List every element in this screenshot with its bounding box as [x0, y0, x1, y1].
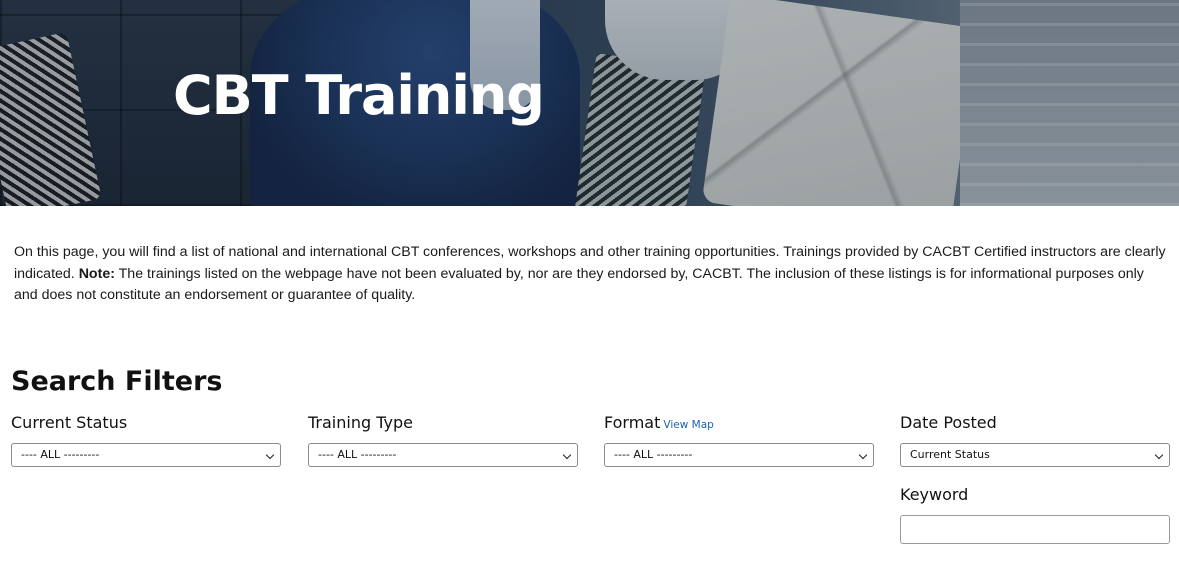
format-select[interactable]: ---- ALL ---------: [604, 443, 874, 467]
chevron-down-icon: [265, 450, 275, 460]
filter-current-status: Current Status ---- ALL ---------: [11, 413, 281, 467]
search-filters-heading: Search Filters: [11, 366, 223, 397]
chevron-down-icon: [562, 450, 572, 460]
chevron-down-icon: [1154, 450, 1164, 460]
date-posted-label: Date Posted: [900, 413, 997, 432]
filter-format: Format View Map ---- ALL ---------: [604, 413, 874, 467]
current-status-select[interactable]: ---- ALL ---------: [11, 443, 281, 467]
filter-training-type: Training Type ---- ALL ---------: [308, 413, 578, 467]
training-type-value: ---- ALL ---------: [318, 448, 397, 461]
intro-text-after: The trainings listed on the webpage have…: [14, 265, 1144, 304]
chevron-down-icon: [858, 450, 868, 460]
date-posted-select[interactable]: Current Status: [900, 443, 1170, 467]
format-value: ---- ALL ---------: [614, 448, 693, 461]
filter-keyword: Keyword: [900, 485, 1170, 544]
format-label: Format: [604, 413, 661, 432]
format-label-row: Format View Map: [604, 413, 874, 435]
date-posted-value: Current Status: [910, 448, 990, 461]
hero-banner: CBT Training: [0, 0, 1179, 206]
training-type-label: Training Type: [308, 413, 413, 432]
training-type-select[interactable]: ---- ALL ---------: [308, 443, 578, 467]
view-map-link[interactable]: View Map: [663, 419, 713, 431]
keyword-label: Keyword: [900, 485, 969, 504]
intro-note-label: Note:: [78, 265, 115, 282]
page-title: CBT Training: [173, 64, 545, 127]
filter-date-posted: Date Posted Current Status: [900, 413, 1170, 467]
keyword-input[interactable]: [900, 515, 1170, 544]
current-status-label: Current Status: [11, 413, 128, 432]
intro-paragraph: On this page, you will find a list of na…: [14, 242, 1169, 307]
current-status-value: ---- ALL ---------: [21, 448, 100, 461]
